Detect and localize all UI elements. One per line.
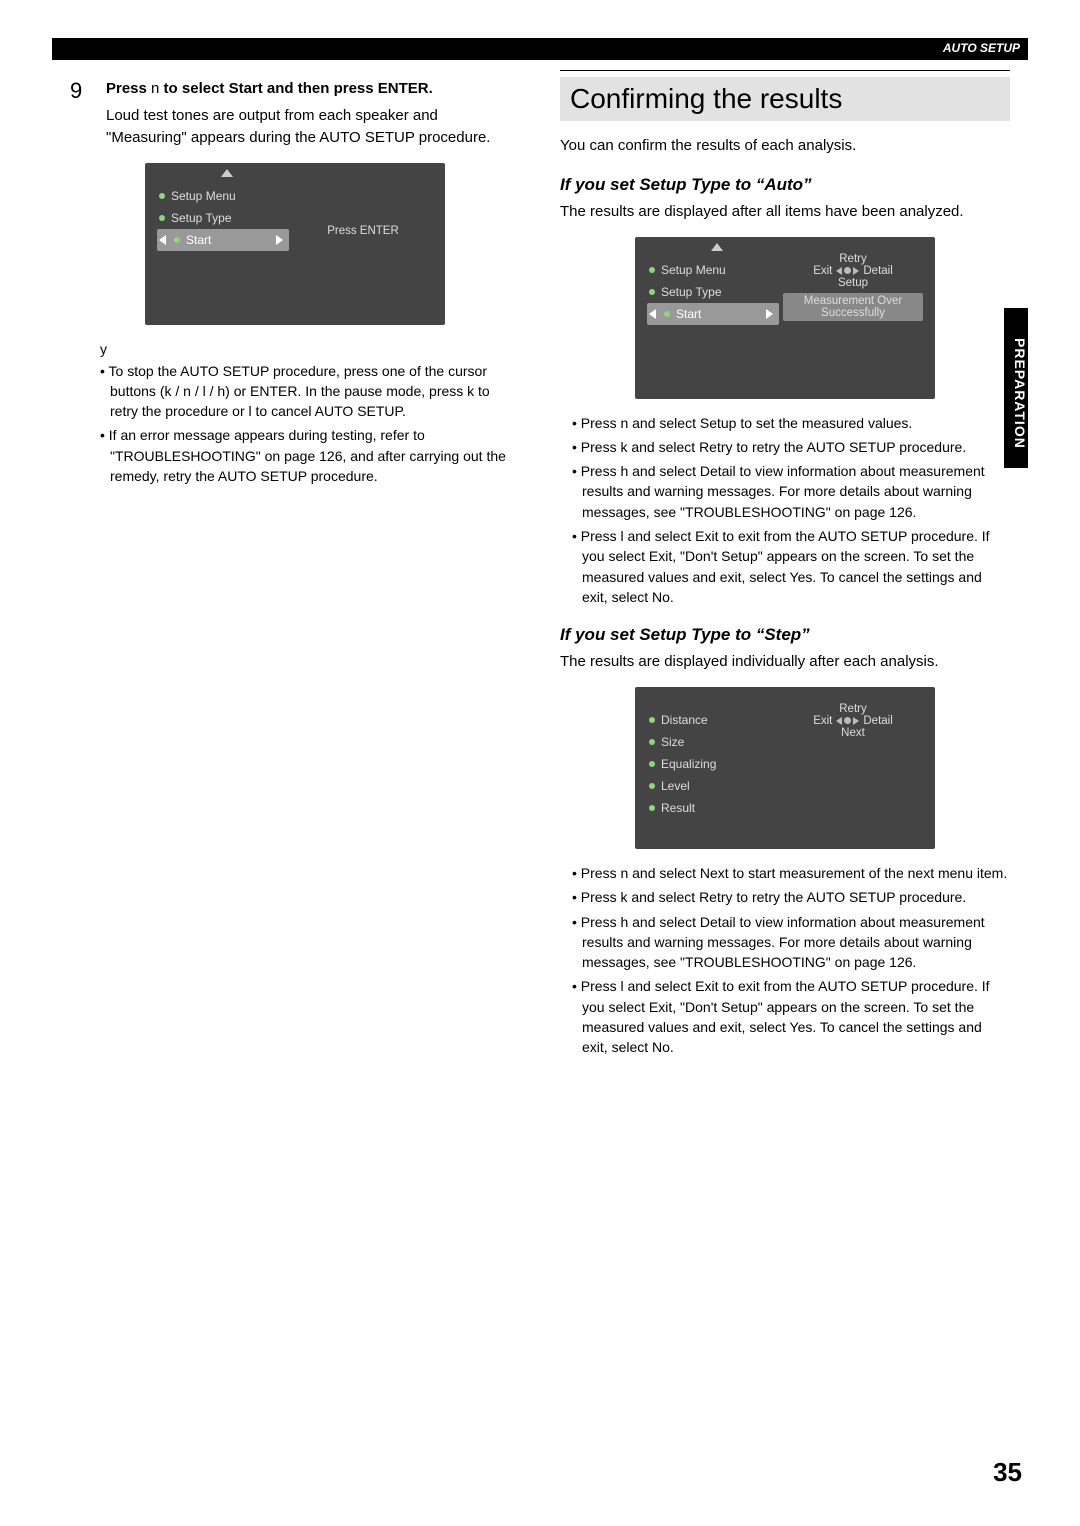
osd-panel-right: Detail bbox=[863, 265, 892, 277]
step-body-text: Loud test tones are output from each spe… bbox=[106, 105, 520, 149]
step-bullets: Press n and select Next to start measure… bbox=[572, 863, 1010, 1058]
osd-panel-bottom: Next bbox=[783, 727, 923, 739]
osd-panel-left: Exit bbox=[813, 265, 832, 277]
step-number: 9 bbox=[70, 78, 90, 149]
auto-heading: If you set Setup Type to “Auto” bbox=[560, 175, 1010, 195]
osd-item: Level bbox=[649, 775, 716, 797]
osd-screenshot-start: Setup MenuSetup TypeStart Press ENTER bbox=[145, 163, 445, 325]
section-title: Confirming the results bbox=[560, 77, 1010, 121]
step-title: Press n to select Start and then press E… bbox=[106, 78, 520, 99]
osd-item: Start bbox=[157, 229, 289, 251]
content: 9 Press n to select Start and then press… bbox=[70, 70, 1010, 1058]
osd-item: Setup Type bbox=[159, 207, 289, 229]
osd-item: Setup Type bbox=[649, 281, 779, 303]
bullet-item: Press l and select Exit to exit from the… bbox=[572, 526, 1010, 607]
osd-item: Equalizing bbox=[649, 753, 716, 775]
osd-screenshot-step: DistanceSizeEqualizingLevelResult Retry … bbox=[635, 687, 935, 849]
bullet-item: Press n and select Setup to set the meas… bbox=[572, 413, 1010, 433]
bullet-item: Press n and select Next to start measure… bbox=[572, 863, 1010, 883]
osd-msg2: Successfully bbox=[787, 307, 919, 319]
osd-msg1: Measurement Over bbox=[787, 295, 919, 307]
osd-item: Setup Menu bbox=[649, 259, 779, 281]
osd-panel-left: Exit bbox=[813, 715, 832, 727]
osd-right-label: Press ENTER bbox=[293, 225, 433, 237]
section-intro: You can confirm the results of each anal… bbox=[560, 135, 1010, 157]
osd-item: Setup Menu bbox=[159, 185, 289, 207]
bullet-item: Press h and select Detail to view inform… bbox=[572, 461, 1010, 522]
osd-item: Result bbox=[649, 797, 716, 819]
osd-left-items: Setup MenuSetup TypeStart bbox=[159, 185, 289, 251]
step-body: The results are displayed individually a… bbox=[560, 651, 1010, 673]
header-label: AUTO SETUP bbox=[943, 41, 1020, 55]
bullet-item: Press k and select Retry to retry the AU… bbox=[572, 887, 1010, 907]
osd-item: Distance bbox=[649, 709, 716, 731]
bullet-item: Press h and select Detail to view inform… bbox=[572, 912, 1010, 973]
bullet-item: To stop the AUTO SETUP procedure, press … bbox=[100, 361, 520, 422]
osd-item: Start bbox=[647, 303, 779, 325]
osd-panel-top: Retry bbox=[783, 253, 923, 265]
auto-bullets: Press n and select Setup to set the meas… bbox=[572, 413, 1010, 608]
auto-body: The results are displayed after all item… bbox=[560, 201, 1010, 223]
page-number: 35 bbox=[993, 1457, 1022, 1488]
left-column: 9 Press n to select Start and then press… bbox=[70, 70, 520, 1058]
right-column: Confirming the results You can confirm t… bbox=[560, 70, 1010, 1058]
osd-screenshot-auto: Setup MenuSetup TypeStart Retry Exit Det… bbox=[635, 237, 935, 399]
osd-panel-top: Retry bbox=[783, 703, 923, 715]
left-bullets: To stop the AUTO SETUP procedure, press … bbox=[100, 361, 520, 487]
osd-item: Size bbox=[649, 731, 716, 753]
header-bar: AUTO SETUP bbox=[52, 38, 1028, 60]
osd-panel-right: Detail bbox=[863, 715, 892, 727]
bullet-item: Press k and select Retry to retry the AU… bbox=[572, 437, 1010, 457]
bullet-item: Press l and select Exit to exit from the… bbox=[572, 976, 1010, 1057]
bullet-item: If an error message appears during testi… bbox=[100, 425, 520, 486]
step-heading: If you set Setup Type to “Step” bbox=[560, 625, 1010, 645]
note-icon: y bbox=[100, 341, 520, 357]
osd-panel-bottom: Setup bbox=[783, 277, 923, 289]
